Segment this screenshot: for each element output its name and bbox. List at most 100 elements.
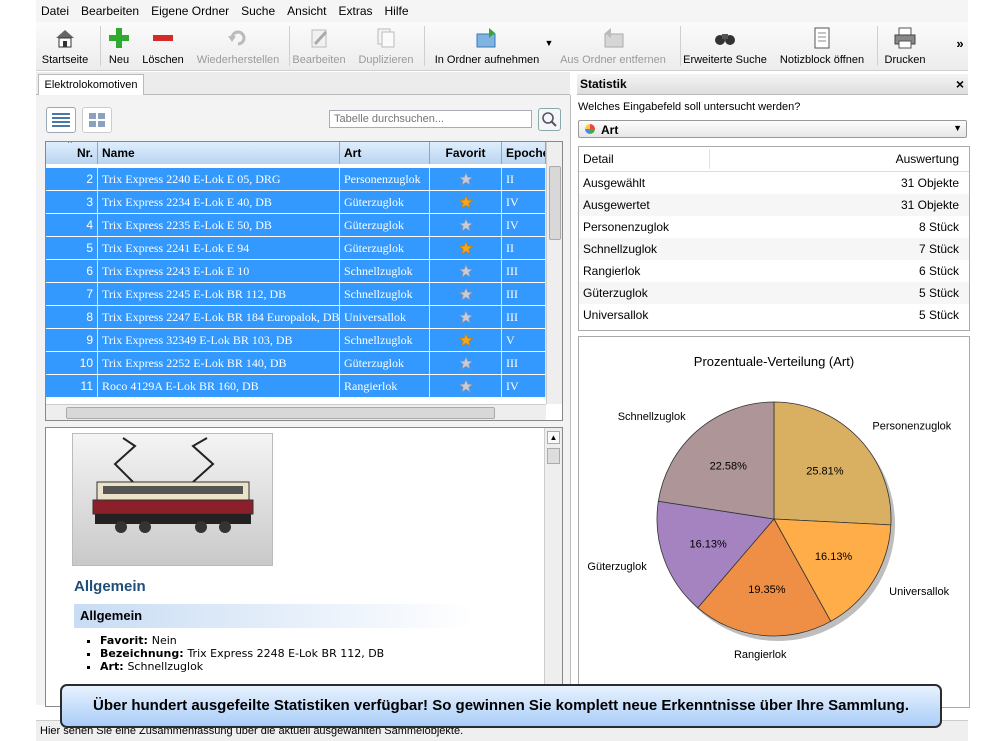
column-header-2[interactable]: Art [340,142,430,164]
neu-button[interactable]: Neu [104,24,134,68]
table-row[interactable]: 10 Trix Express 2252 E-Lok BR 140, DB Güte… [46,352,546,375]
table-view-button[interactable] [46,107,76,133]
home-icon [53,26,77,50]
statistics-value: 7 Stück [918,242,959,256]
cell-art: Güterzuglok [340,352,430,374]
favorite-star-icon [430,191,502,213]
menu-3[interactable]: Suche [236,0,282,18]
grid-view-icon [89,113,105,127]
gallery-view-button[interactable] [82,107,112,133]
column-auswertung[interactable]: Auswertung [896,152,959,166]
cell-name: Trix Express 2252 E-Lok BR 140, DB [98,352,340,374]
close-icon[interactable]: × [956,74,964,94]
pie-percent-label: 16.13% [690,538,728,550]
bearbeiten-button[interactable]: Bearbeiten [290,24,348,68]
plus-icon [107,26,131,50]
menu-bar: Datei Bearbeiten Eigene Ordner Suche Ansicht… [36,0,968,22]
drucken-button[interactable]: Drucken [880,24,930,68]
wiederherstellen-button[interactable]: Wiederherstellen [191,24,285,68]
detail-scroll-thumb[interactable] [547,448,560,464]
cell-art: Universallok [340,306,430,328]
startseite-button[interactable]: Startseite [36,24,94,68]
cell-name: Trix Express 2240 E-Lok E 05, DRG [98,168,340,190]
statistics-value: 31 Objekte [900,176,959,190]
statistics-row[interactable]: Ausgewertet 31 Objekte [579,194,969,216]
star-icon [430,283,502,305]
detail-scrollbar[interactable]: ▲ [544,428,562,706]
toolbar-label: Drucken [884,54,926,66]
statistics-value: 5 Stück [918,286,959,300]
locomotive-image [92,437,254,533]
toolbar-label: Notizblock öffnen [779,54,865,66]
promo-banner: Über hundert ausgefeilte Statistiken ver… [60,684,942,728]
detail-field-value: Trix Express 2248 E-Lok BR 112, DB [187,647,385,660]
column-header-0[interactable]: Nr. [46,142,98,164]
detail-subsection-title: Allgemein [74,604,474,628]
in-ordner-aufnehmen-button[interactable]: In Ordner aufnehmen [426,24,548,68]
statistics-panel-header: Statistik × [577,74,968,95]
hscroll-thumb[interactable] [66,407,495,419]
column-header-4[interactable]: Epoche [502,142,546,164]
tab-elektrolokomotiven[interactable]: Elektrolokomotiven [38,74,144,95]
column-detail[interactable]: Detail [583,152,614,166]
column-header-3[interactable]: Favorit [430,142,502,164]
pie-category-label: Güterzuglok [587,561,647,573]
erweiterte-suche-button[interactable]: Erweiterte Suche [682,24,768,68]
search-button[interactable] [538,108,561,131]
toolbar-separator [680,26,681,66]
statistics-value: 31 Objekte [900,198,959,212]
table-row[interactable]: 3 Trix Express 2234 E-Lok E 40, DB Güterzu… [46,191,546,214]
statistics-row[interactable]: Rangierlok 6 Stück [579,260,969,282]
table-row[interactable]: 11 Roco 4129A E-Lok BR 160, DB Rangierlok I… [46,375,546,398]
menu-0[interactable]: Datei [36,0,76,18]
detail-field-value: Nein [151,634,177,647]
table-row[interactable]: 2 Trix Express 2240 E-Lok E 05, DRG Person… [46,168,546,191]
cell-nr: 5 [46,237,98,259]
notizblock-öffnen-button[interactable]: Notizblock öffnen [774,24,870,68]
cell-epoche: V [502,329,546,351]
detail-field-label: Bezeichnung [100,647,180,660]
statistics-question: Welches Eingabefeld soll untersucht werd… [578,101,801,113]
statistics-value: 5 Stück [918,308,959,322]
table-row[interactable]: 4 Trix Express 2235 E-Lok E 50, DB Güterzu… [46,214,546,237]
statistics-row[interactable]: Ausgewählt 31 Objekte [579,172,969,194]
toolbar-label: Aus Ordner entfernen [560,54,666,66]
statistics-row[interactable]: Universallok 5 Stück [579,304,969,326]
table-horizontal-scrollbar[interactable] [46,404,546,420]
statistics-row[interactable]: Schnellzuglok 7 Stück [579,238,969,260]
search-icon [542,112,557,127]
pie-chart-panel: Prozentuale-Verteilung (Art) 25.81% Person… [578,336,970,708]
toolbar-separator [877,26,878,66]
table-vertical-scrollbar[interactable] [546,142,562,404]
field-select-dropdown[interactable]: Art ▼ [578,120,967,138]
duplizieren-button[interactable]: Duplizieren [356,24,416,68]
statistics-row[interactable]: Güterzuglok 5 Stück [579,282,969,304]
right-margin [968,0,1001,740]
toolbar: Startseite Neu Löschen Wiederherstellen Bear… [36,22,968,71]
aus-ordner-entfernen-button[interactable]: Aus Ordner entfernen [554,24,672,68]
scroll-thumb[interactable] [549,166,561,240]
menu-6[interactable]: Hilfe [380,0,416,18]
löschen-button[interactable]: Löschen [140,24,186,68]
table-row[interactable]: 9 Trix Express 32349 E-Lok BR 103, DB Schn… [46,329,546,352]
statistics-row[interactable]: Personenzuglok 8 Stück [579,216,969,238]
scroll-up-arrow-icon[interactable]: ▲ [547,431,560,444]
table-row[interactable]: 7 Trix Express 2245 E-Lok BR 112, DB Schne… [46,283,546,306]
table-row[interactable]: 5 Trix Express 2241 E-Lok E 94 Güterzuglok… [46,237,546,260]
toolbar-label: Löschen [142,54,184,66]
cell-name: Trix Express 2234 E-Lok E 40, DB [98,191,340,213]
column-header-1[interactable]: Name [98,142,340,164]
table-row[interactable]: 8 Trix Express 2247 E-Lok BR 184 Europalo… [46,306,546,329]
menu-2[interactable]: Eigene Ordner [146,0,236,18]
sort-ascending-icon: ^ [68,141,72,148]
detail-field: Art: Schnellzuglok [100,660,384,673]
cell-art: Güterzuglok [340,214,430,236]
menu-4[interactable]: Ansicht [282,0,333,18]
table-row[interactable]: 6 Trix Express 2243 E-Lok E 10 Schnellzugl… [46,260,546,283]
statistics-detail: Schnellzuglok [583,242,658,256]
statistics-detail: Rangierlok [583,264,641,278]
detail-field-label: Art [100,660,120,673]
menu-5[interactable]: Extras [334,0,380,18]
table-search-input[interactable] [329,110,532,128]
menu-1[interactable]: Bearbeiten [76,0,146,18]
